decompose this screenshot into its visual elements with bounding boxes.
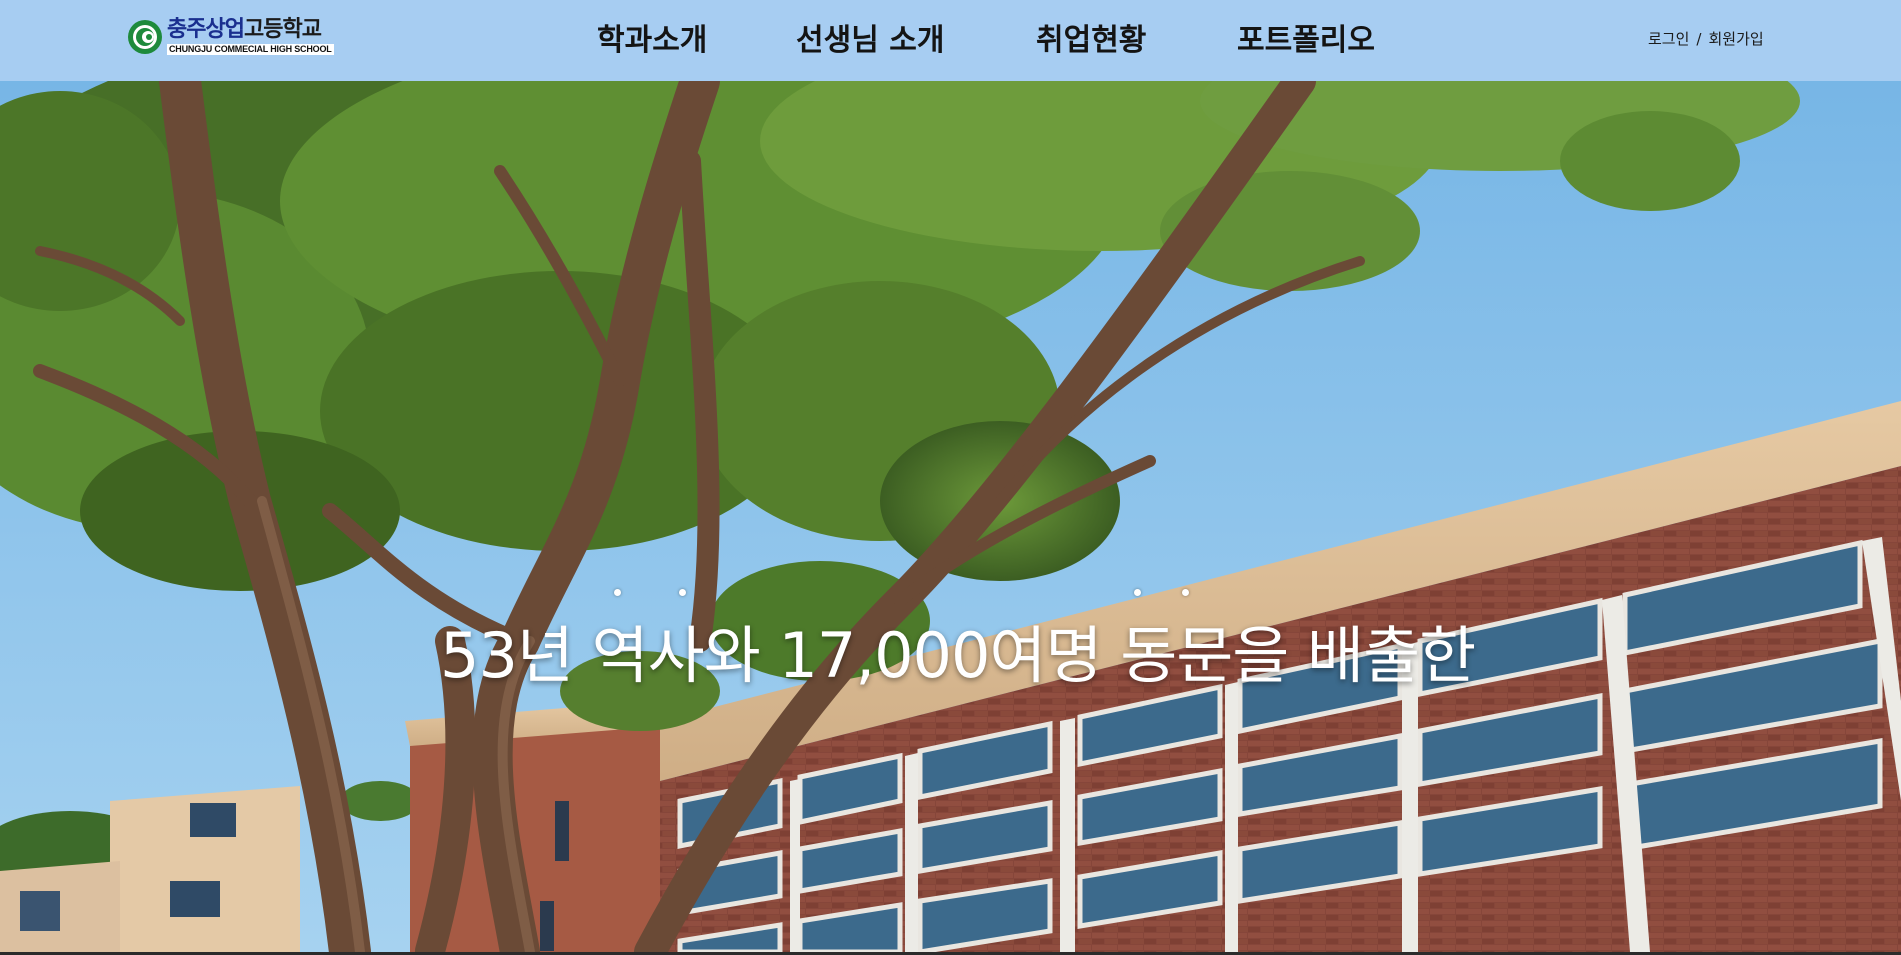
caption-emphasis-dot xyxy=(1182,589,1189,596)
caption-emphasis-dot xyxy=(614,589,621,596)
caption-emphasis-dot xyxy=(1134,589,1141,596)
auth-links: 로그인 / 회원가입 xyxy=(1648,28,1764,49)
logo-english-name: CHUNGJU COMMECIAL HIGH SCHOOL xyxy=(167,44,334,55)
logo-korean-name: 충주상업고등학교 xyxy=(167,17,322,42)
nav-teacher-intro[interactable]: 선생님 소개 xyxy=(796,19,944,63)
hero-caption: 53년 역사와 17,000여명 동문을 배출한 xyxy=(440,619,1476,692)
hero-banner: 53년 역사와 17,000여명 동문을 배출한 xyxy=(0,81,1901,952)
nav-portfolio[interactable]: 포트폴리오 xyxy=(1237,19,1375,63)
auth-separator: / xyxy=(1696,30,1702,48)
school-logo[interactable]: 충주상업고등학교 CHUNGJU COMMECIAL HIGH SCHOOL xyxy=(127,14,334,60)
caption-emphasis-dot xyxy=(679,589,686,596)
nav-employment-status[interactable]: 취업현황 xyxy=(1036,19,1146,63)
hero-background-photo xyxy=(0,81,1901,952)
login-link[interactable]: 로그인 xyxy=(1648,30,1689,48)
nav-department-intro[interactable]: 학과소개 xyxy=(597,19,707,63)
site-header: 충주상업고등학교 CHUNGJU COMMECIAL HIGH SCHOOL 학… xyxy=(0,0,1901,81)
signup-link[interactable]: 회원가입 xyxy=(1708,30,1763,48)
school-emblem-icon xyxy=(128,20,162,54)
